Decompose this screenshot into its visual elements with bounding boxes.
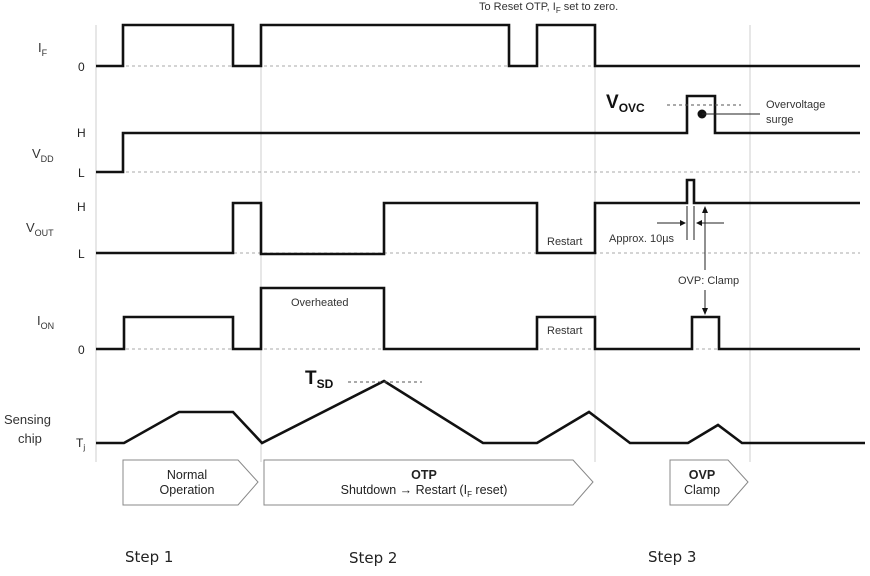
ion-waveform [96, 286, 860, 351]
vdd-waveform [96, 94, 860, 174]
tj-level: Tj [76, 436, 85, 452]
approx-10us-label: Approx. 10µs [609, 233, 675, 245]
arrowhead [680, 220, 686, 226]
overvoltage-label-line1: Overvoltage [766, 99, 825, 111]
arrowhead [702, 308, 708, 315]
vdd-label: VDD [32, 146, 54, 164]
timing-diagram: To Reset OTP, IF set to zero. IF 0 H VDD… [4, 1, 865, 506]
vout-restart-label: Restart [547, 236, 582, 248]
vout-label: VOUT [26, 220, 54, 238]
overvoltage-label-line2: surge [766, 114, 794, 126]
step-2-label: Step 2 [349, 549, 398, 567]
arrowhead [702, 206, 708, 213]
if-label: IF [38, 40, 48, 58]
arrowhead [696, 220, 702, 226]
vout-level-l: L [78, 247, 85, 261]
vdd-level-l: L [78, 166, 85, 180]
step-1-label: Step 1 [125, 548, 174, 566]
reset-note: To Reset OTP, IF set to zero. [479, 1, 618, 15]
phase-otp-line2: Shutdown → Restart (IF reset) [341, 483, 508, 499]
if-level-0: 0 [78, 60, 85, 74]
tj-label-line1: Sensing [4, 412, 51, 427]
vout-waveform [96, 178, 860, 256]
vdd-level-h: H [77, 126, 86, 140]
ion-restart-label: Restart [547, 325, 582, 337]
vout-level-h: H [77, 200, 86, 214]
ovp-clamp-label: OVP: Clamp [678, 275, 739, 287]
step-3-label: Step 3 [648, 548, 697, 566]
tsd-label: TSD [305, 368, 334, 391]
tj-label-line2: chip [18, 431, 42, 446]
overheated-label: Overheated [291, 297, 348, 309]
phase-normal-line2: Operation [160, 483, 215, 497]
vovc-label: VOVC [606, 92, 645, 115]
phase-otp-line1: OTP [411, 468, 437, 482]
phase-ovp-line1: OVP [689, 468, 715, 482]
ion-level-0: 0 [78, 343, 85, 357]
phase-ovp-line2: Clamp [684, 483, 720, 497]
phase-normal-line1: Normal [167, 468, 207, 482]
if-waveform [96, 23, 860, 68]
ion-label: ION [37, 313, 54, 331]
